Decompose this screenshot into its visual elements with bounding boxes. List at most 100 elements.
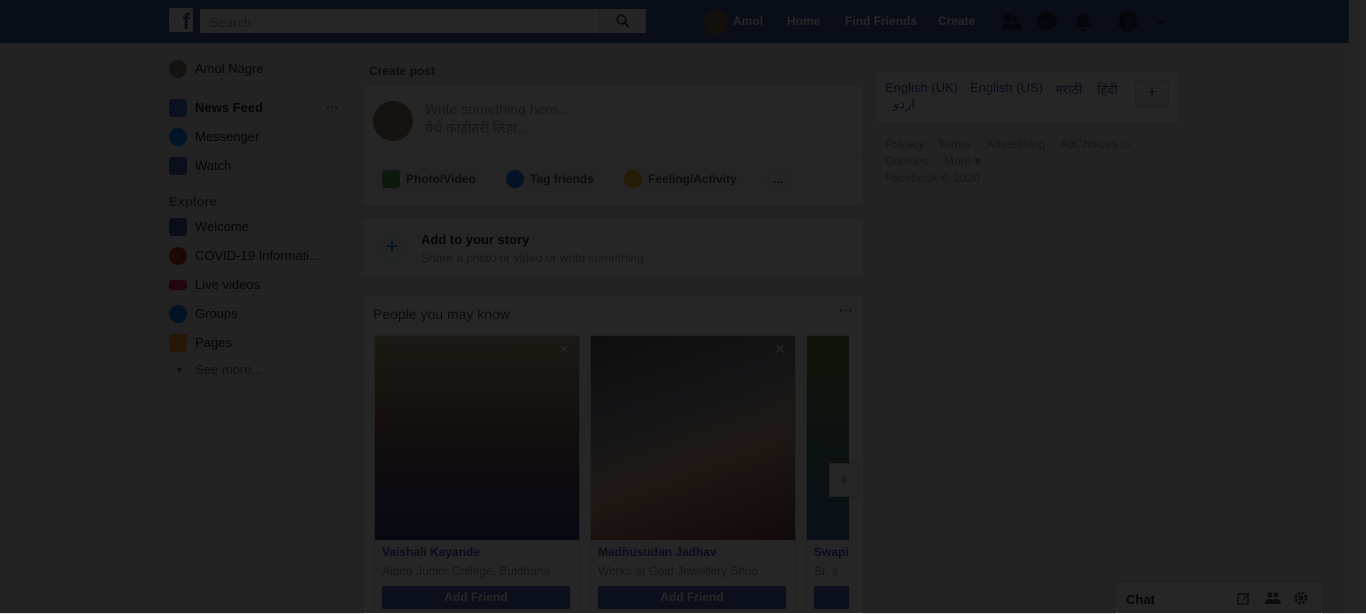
photo-video-button[interactable]: Photo/Video: [374, 164, 484, 194]
tag-friends-icon: [506, 170, 524, 188]
add-friend-button[interactable]: Add Friend: [382, 586, 570, 609]
divider: [363, 156, 863, 157]
search-input[interactable]: [208, 10, 612, 34]
person-workplace: Sr. s: [814, 564, 839, 578]
tag-friends-button[interactable]: Tag friends: [498, 164, 604, 194]
see-more-label: See more...: [195, 362, 263, 377]
person-workplace: Aided Junior College, Buldhana: [382, 564, 551, 578]
sidebar-item-label: Pages: [195, 335, 232, 350]
language-urdu[interactable]: اردو: [893, 96, 915, 112]
sidebar-item-label: News Feed: [195, 100, 263, 115]
feeling-label: Feeling/Activity: [648, 172, 737, 186]
pymk-title: People you may know: [373, 306, 510, 322]
pymk-more-icon[interactable]: ···: [839, 302, 853, 318]
story-title: Add to your story: [421, 232, 530, 247]
create-post-title: Create post: [369, 64, 436, 78]
language-english-uk[interactable]: English (UK): [885, 80, 958, 95]
carousel-next-chevron-right-icon[interactable]: ›: [829, 463, 859, 497]
chat-bar[interactable]: Chat: [1114, 581, 1324, 614]
user-avatar[interactable]: [704, 10, 728, 34]
groups-icon: [169, 305, 187, 323]
composer-placeholder-line2: येथे काहीतरी लिहा...: [425, 120, 529, 136]
sidebar-item-label: Watch: [195, 158, 232, 173]
footer-terms[interactable]: Terms: [938, 137, 971, 151]
profile-avatar: [169, 60, 187, 78]
nav-create[interactable]: Create: [938, 0, 975, 42]
photo-icon: [382, 170, 400, 188]
nav-user-name[interactable]: Amol: [733, 0, 763, 42]
footer-copyright: Facebook © 2020: [885, 171, 980, 185]
language-hindi[interactable]: हिंदी: [1097, 80, 1118, 98]
footer-more[interactable]: More ▾: [944, 154, 981, 168]
composer-more-button[interactable]: ...: [758, 164, 798, 194]
footer-advertising[interactable]: Advertising: [986, 137, 1045, 151]
person-photo[interactable]: [591, 336, 795, 540]
help-icon[interactable]: ?: [1117, 11, 1139, 33]
search-button[interactable]: [599, 9, 646, 33]
person-photo[interactable]: [807, 336, 849, 540]
notifications-icon[interactable]: [1072, 11, 1094, 33]
scrollbar[interactable]: [1349, 0, 1366, 613]
svg-text:?: ?: [1124, 14, 1133, 30]
news-feed-more-icon[interactable]: ···: [326, 98, 339, 118]
facebook-logo-icon[interactable]: f: [169, 8, 193, 32]
sidebar-profile-name: Amol Nagre: [195, 61, 264, 76]
add-friend-button[interactable]: Add Friend: [598, 586, 786, 609]
close-icon[interactable]: ✕: [773, 342, 787, 356]
footer-privacy[interactable]: Privacy: [885, 137, 924, 151]
person-name[interactable]: Vaishali Kayande: [382, 545, 480, 559]
sidebar-item-label: COVID-19 Informati...: [195, 248, 320, 263]
person-photo[interactable]: [375, 336, 579, 540]
composer-avatar: [373, 101, 413, 141]
new-message-icon[interactable]: [1237, 591, 1251, 605]
person-workplace: Works at Gold Jewellery Shop: [598, 564, 759, 578]
language-english-us[interactable]: English (US): [970, 80, 1043, 95]
messenger-icon: [169, 128, 187, 146]
pymk-carousel: ✕ Vaishali Kayande Aided Junior College,…: [362, 335, 849, 613]
feeling-emoji-icon: [624, 170, 642, 188]
more-icon: ...: [772, 172, 783, 186]
explore-heading: Explore: [169, 194, 217, 209]
add-language-button[interactable]: +: [1135, 81, 1169, 107]
sidebar-item-label: Groups: [195, 306, 238, 321]
language-marathi[interactable]: मराठी: [1055, 80, 1082, 98]
footer-cookies[interactable]: Cookies: [885, 154, 928, 168]
sidebar-item-label: Messenger: [195, 129, 260, 144]
pymk-person-card: ✕ Vaishali Kayande Aided Junior College,…: [374, 335, 580, 613]
composer-placeholder-line1: Write something here...: [425, 101, 570, 117]
pages-icon: [169, 334, 187, 352]
nav-home[interactable]: Home: [787, 0, 820, 42]
chevron-down-icon: ▼: [175, 365, 184, 375]
photo-video-label: Photo/Video: [406, 172, 476, 186]
person-name[interactable]: Madhusudan Jadhav: [598, 545, 717, 559]
search-box: [200, 9, 646, 34]
account-menu-chevron-down-icon[interactable]: [1154, 11, 1168, 33]
feeling-activity-button[interactable]: Feeling/Activity: [616, 164, 746, 194]
add-friend-button[interactable]: Add Friend: [814, 586, 849, 609]
create-group-icon[interactable]: [1265, 591, 1281, 605]
story-card[interactable]: + Add to your story Share a photo or vid…: [362, 217, 864, 277]
news-feed-icon: [169, 99, 187, 117]
watch-icon: [169, 157, 187, 175]
live-icon: [169, 280, 187, 290]
chat-label: Chat: [1126, 592, 1155, 607]
welcome-icon: [169, 218, 187, 236]
add-friend-label: Add Friend: [444, 590, 508, 604]
footer-adchoices[interactable]: AdChoices ▷: [1060, 137, 1131, 151]
person-name[interactable]: Swapi: [814, 545, 849, 559]
close-icon[interactable]: ✕: [557, 342, 571, 356]
tag-friends-label: Tag friends: [530, 172, 594, 186]
add-friend-label: Add Friend: [660, 590, 724, 604]
pymk-person-card: ✕ Madhusudan Jadhav Works at Gold Jewell…: [590, 335, 796, 613]
top-bar: f Amol Home Find Friends Create ?: [0, 0, 1366, 43]
messenger-icon[interactable]: [1036, 11, 1058, 33]
nav-find-friends[interactable]: Find Friends: [845, 0, 917, 42]
friend-requests-icon[interactable]: [1000, 11, 1022, 33]
sidebar-item-label: Welcome: [195, 219, 249, 234]
composer-input[interactable]: Write something here... येथे काहीतरी लिह…: [425, 101, 569, 138]
add-story-plus-icon: +: [374, 230, 410, 266]
search-icon: [616, 14, 630, 28]
gear-icon[interactable]: [1293, 590, 1309, 606]
story-subtitle: Share a photo or video or write somethin…: [421, 251, 644, 265]
covid-info-icon: [169, 247, 187, 265]
